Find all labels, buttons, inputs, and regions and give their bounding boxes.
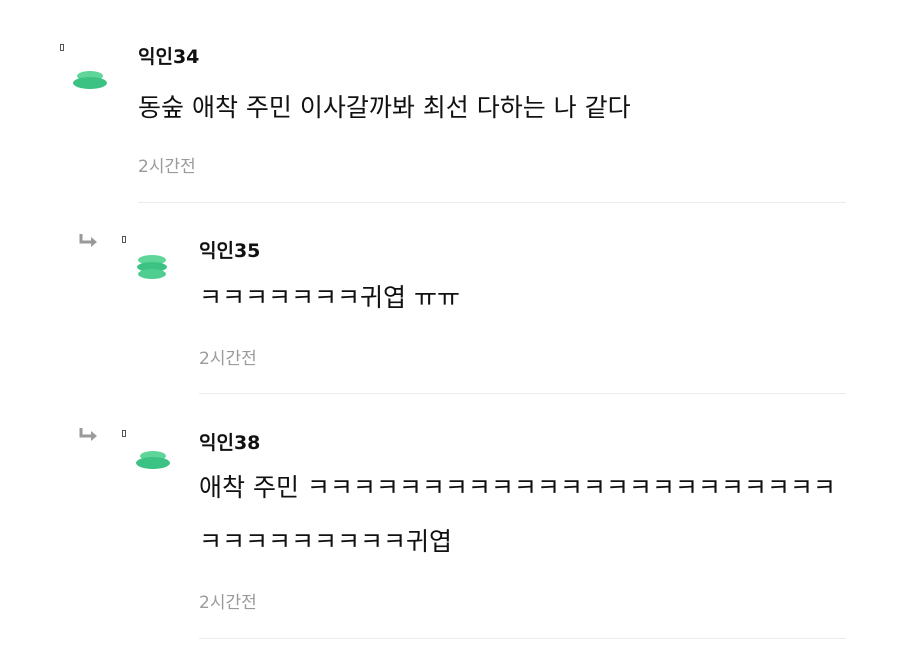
badge-icon (122, 236, 126, 243)
avatar (136, 451, 170, 469)
comment-text: ㅋㅋㅋㅋㅋㅋㅋ귀엽 ㅠㅠ (199, 283, 460, 312)
comment-time: 2시간전 (199, 349, 257, 369)
reply-arrow-icon (79, 234, 97, 247)
comment-text-line-1: 애착 주민 ㅋㅋㅋㅋㅋㅋㅋㅋㅋㅋㅋㅋㅋㅋㅋㅋㅋㅋㅋㅋㅋㅋㅋ (199, 473, 836, 502)
badge-icon (122, 430, 126, 437)
reply-arrow-icon (79, 428, 97, 441)
comment-author[interactable]: 익인35 (199, 236, 260, 263)
comment-time: 2시간전 (199, 593, 257, 613)
avatar (73, 71, 107, 89)
divider (199, 638, 846, 639)
divider (138, 202, 846, 203)
comment-author[interactable]: 익인34 (138, 42, 199, 69)
comment-text-line-2: ㅋㅋㅋㅋㅋㅋㅋㅋㅋ귀엽 (199, 527, 453, 556)
comment-text: 동숲 애착 주민 이사갈까봐 최선 다하는 나 같다 (138, 93, 631, 122)
comment-time: 2시간전 (138, 157, 196, 177)
comment-author[interactable]: 익인38 (199, 428, 260, 455)
divider (199, 393, 846, 394)
avatar (137, 255, 167, 279)
badge-icon (60, 44, 64, 51)
